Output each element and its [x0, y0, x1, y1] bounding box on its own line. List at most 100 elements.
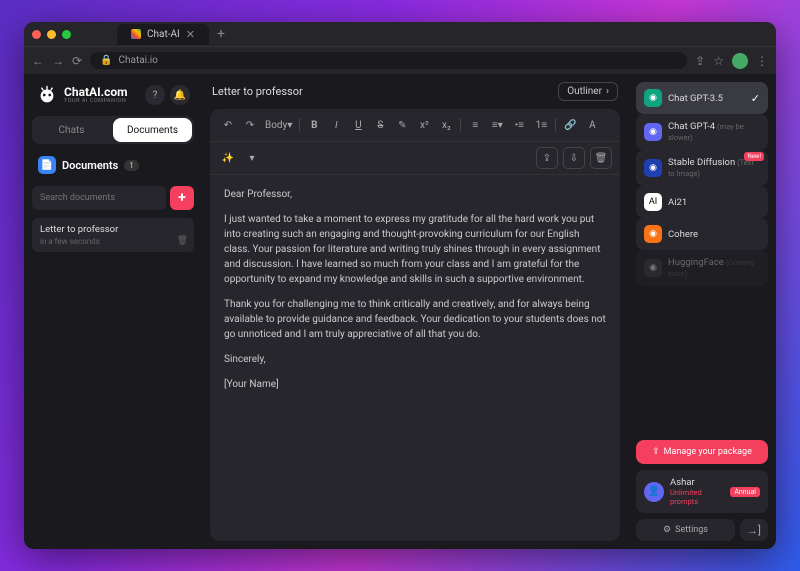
model-name: Cohere	[668, 229, 760, 240]
model-icon: ◉	[644, 225, 662, 243]
model-icon: AI	[644, 193, 662, 211]
mode-segmented: Chats Documents	[32, 116, 194, 144]
outliner-label: Outliner	[567, 86, 602, 97]
model-cohere[interactable]: ◉ Cohere	[636, 218, 768, 250]
menu-icon[interactable]: ⋮	[756, 54, 768, 68]
url-text: Chatai.io	[119, 55, 158, 66]
model-sub: (may be slower)	[668, 122, 744, 142]
model-sub: (Coming soon)	[668, 258, 754, 278]
link-icon[interactable]: 🔗	[560, 115, 580, 135]
editor-card: ↶ ↷ Body ▾ B I U S ✎ x² x₂ ≡ ≡▾ •≡ 1≡	[210, 109, 620, 541]
brand-name: ChatAI.com	[64, 86, 128, 98]
star-icon[interactable]: ☆	[713, 54, 724, 68]
model-icon: ◉	[644, 259, 662, 277]
profile-avatar[interactable]	[732, 53, 748, 69]
align-dropdown-icon[interactable]: ≡▾	[487, 115, 507, 135]
user-plan: Unlimited prompts	[670, 488, 724, 506]
model-chat-gpt-4[interactable]: ◉ Chat GPT-4 (may be slower)	[636, 114, 768, 150]
bell-icon[interactable]: 🔔	[170, 85, 190, 105]
upload-icon: ⇪	[652, 447, 660, 457]
superscript-icon[interactable]: x²	[414, 115, 434, 135]
model-icon: ◉	[644, 123, 662, 141]
ai-icon[interactable]: ✨	[218, 148, 238, 168]
help-button[interactable]: ?	[145, 85, 165, 105]
editor-paragraph: Thank you for challenging me to think cr…	[224, 297, 606, 342]
gear-icon: ⚙	[663, 525, 671, 535]
redo-icon[interactable]: ↷	[240, 115, 260, 135]
document-item[interactable]: Letter to professor in a few seconds 🗑	[32, 218, 194, 252]
minimize-dot[interactable]	[47, 30, 56, 39]
documents-title: Documents	[62, 159, 118, 172]
search-row: +	[32, 186, 194, 210]
align-left-icon[interactable]: ≡	[465, 115, 485, 135]
document-item-title: Letter to professor	[40, 224, 186, 235]
settings-label: Settings	[675, 525, 708, 535]
italic-icon[interactable]: I	[326, 115, 346, 135]
close-tab-icon[interactable]: ✕	[186, 28, 195, 41]
search-input[interactable]	[32, 186, 166, 210]
window-titlebar: Chat-AI ✕ +	[24, 22, 776, 46]
number-list-icon[interactable]: 1≡	[531, 115, 551, 135]
editor-paragraph: Dear Professor,	[224, 187, 606, 202]
reload-icon[interactable]: ⟳	[72, 54, 82, 68]
documents-header: 📄 Documents 1	[32, 152, 194, 178]
upload-icon[interactable]: ⇪	[536, 147, 558, 169]
browser-tab[interactable]: Chat-AI ✕	[117, 24, 209, 45]
editor-header: Letter to professor Outliner ›	[202, 74, 628, 109]
new-tab-icon[interactable]: +	[217, 26, 225, 42]
trash-icon[interactable]: 🗑	[177, 236, 188, 246]
bold-icon[interactable]: B	[304, 115, 324, 135]
model-name: Chat GPT-3.5	[668, 93, 745, 104]
editor-toolbar-2: ✨ ▾ ⇪ ⇩ 🗑	[210, 142, 620, 175]
model-icon: ◉	[644, 89, 662, 107]
tab-chats[interactable]: Chats	[32, 116, 111, 144]
forward-icon[interactable]: →	[52, 54, 64, 68]
document-item-subtitle: in a few seconds	[40, 237, 186, 246]
documents-count: 1	[124, 160, 139, 171]
model-sub: (Text to Image)	[668, 158, 754, 178]
undo-icon[interactable]: ↶	[218, 115, 238, 135]
add-document-button[interactable]: +	[170, 186, 194, 210]
model-name: Chat GPT-4 (may be slower)	[668, 121, 760, 143]
logout-button[interactable]: →]	[740, 519, 768, 541]
app-content: ChatAI.com YOUR AI COMPANION ? 🔔 Chats D…	[24, 74, 776, 549]
tab-title: Chat-AI	[147, 29, 180, 40]
font-icon[interactable]: A	[582, 115, 602, 135]
tab-documents[interactable]: Documents	[113, 118, 192, 142]
highlight-icon[interactable]: ✎	[392, 115, 412, 135]
editor-paragraph: I just wanted to take a moment to expres…	[224, 212, 606, 287]
favicon	[131, 29, 141, 39]
settings-button[interactable]: ⚙ Settings	[636, 519, 735, 541]
logo-icon	[36, 84, 58, 106]
lock-icon: 🔒	[100, 55, 112, 66]
subscript-icon[interactable]: x₂	[436, 115, 456, 135]
model-huggingface: ◉ HuggingFace (Coming soon)	[636, 250, 768, 286]
close-dot[interactable]	[32, 30, 41, 39]
manage-package-button[interactable]: ⇪ Manage your package	[636, 440, 768, 464]
underline-icon[interactable]: U	[348, 115, 368, 135]
ai-dropdown-icon[interactable]: ▾	[242, 148, 262, 168]
delete-icon[interactable]: 🗑	[590, 147, 612, 169]
editor-paragraph: [Your Name]	[224, 377, 606, 392]
url-field[interactable]: 🔒 Chatai.io	[90, 52, 687, 69]
editor-toolbar: ↶ ↷ Body ▾ B I U S ✎ x² x₂ ≡ ≡▾ •≡ 1≡	[210, 109, 620, 142]
model-stable-diffusion[interactable]: ◉Stable Diffusion (Text to Image)New!	[636, 150, 768, 186]
model-chat-gpt-3-5[interactable]: ◉ Chat GPT-3.5 ✓	[636, 82, 768, 114]
manage-label: Manage your package	[664, 447, 752, 457]
download-icon[interactable]: ⇩	[563, 147, 585, 169]
check-icon: ✓	[751, 92, 760, 105]
strike-icon[interactable]: S	[370, 115, 390, 135]
back-icon[interactable]: ←	[32, 54, 44, 68]
style-dropdown[interactable]: Body ▾	[262, 115, 295, 135]
brand-tagline: YOUR AI COMPANION	[64, 98, 128, 104]
model-name: HuggingFace (Coming soon)	[668, 257, 760, 279]
share-icon[interactable]: ⇪	[695, 54, 705, 68]
model-ai21[interactable]: AIAi21	[636, 186, 768, 218]
chevron-right-icon: ›	[606, 86, 609, 97]
editor-body[interactable]: Dear Professor, I just wanted to take a m…	[210, 175, 620, 541]
user-avatar: 👤	[644, 482, 664, 502]
zoom-dot[interactable]	[62, 30, 71, 39]
outliner-button[interactable]: Outliner ›	[558, 82, 618, 101]
bullet-list-icon[interactable]: •≡	[509, 115, 529, 135]
app-window: Chat-AI ✕ + ← → ⟳ 🔒 Chatai.io ⇪ ☆ ⋮ Chat…	[24, 22, 776, 549]
